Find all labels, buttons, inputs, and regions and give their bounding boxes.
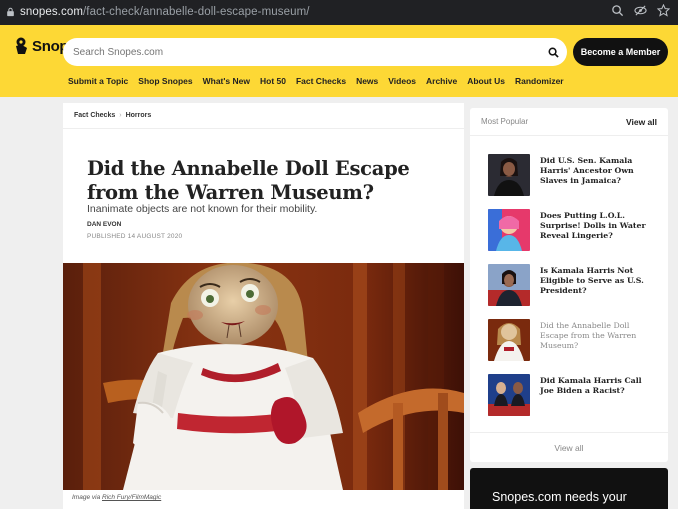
publish-date: PUBLISHED 14 AUGUST 2020 — [87, 233, 183, 240]
thumbnail-image — [488, 264, 530, 306]
hero-image — [63, 263, 464, 490]
nav-whats-new[interactable]: What's New — [203, 76, 250, 86]
search-input[interactable] — [73, 46, 533, 58]
url-path: /fact-check/annabelle-doll-escape-museum… — [83, 6, 310, 18]
popular-item[interactable]: Did Kamala Harris Call Joe Biden a Racis… — [488, 374, 658, 419]
search-icon — [548, 47, 559, 58]
nav-news[interactable]: News — [356, 76, 378, 86]
popular-item-title: Did U.S. Sen. Kamala Harris' Ancestor Ow… — [540, 156, 634, 185]
nav-hot-50[interactable]: Hot 50 — [260, 76, 286, 86]
promo-text: Snopes.com needs your — [492, 490, 627, 504]
nav-about-us[interactable]: About Us — [467, 76, 505, 86]
popular-item[interactable]: Did the Annabelle Doll Escape from the W… — [488, 319, 658, 364]
nav-randomizer[interactable]: Randomizer — [515, 76, 564, 86]
article-subtitle: Inanimate objects are not known for thei… — [87, 203, 318, 215]
popular-item-title: Did Kamala Harris Call Joe Biden a Racis… — [540, 376, 642, 395]
divider — [470, 432, 668, 433]
popular-item-title: Does Putting L.O.L. Surprise! Dolls in W… — [540, 211, 646, 240]
browser-bar: snopes.com/fact-check/annabelle-doll-esc… — [0, 0, 678, 25]
snopes-logo-icon — [16, 37, 27, 54]
most-popular-sidebar: Most Popular View all Did U.S. Sen. Kama… — [470, 108, 668, 462]
site-header: Snopes Become a Member Submit a Topic Sh… — [0, 25, 678, 97]
popular-item-title: Is Kamala Harris Not Eligible to Serve a… — [540, 266, 644, 295]
divider — [63, 128, 464, 129]
nav-videos[interactable]: Videos — [388, 76, 416, 86]
nav-submit-topic[interactable]: Submit a Topic — [68, 76, 128, 86]
popular-item[interactable]: Does Putting L.O.L. Surprise! Dolls in W… — [488, 209, 658, 254]
breadcrumb: Fact Checks › Horrors — [74, 112, 151, 119]
thumbnail-image — [488, 209, 530, 251]
article-title: Did the Annabelle Doll Escape from the W… — [87, 157, 410, 204]
tracking-off-icon[interactable] — [634, 4, 647, 17]
thumbnail-image — [488, 374, 530, 416]
address-bar[interactable]: snopes.com/fact-check/annabelle-doll-esc… — [0, 2, 678, 22]
bookmark-star-icon[interactable] — [656, 3, 671, 17]
search-button[interactable] — [543, 42, 563, 62]
caption-credit-link[interactable]: Rich Fury/FilmMagic — [102, 494, 161, 501]
popular-item-title: Did the Annabelle Doll Escape from the W… — [540, 321, 637, 350]
most-popular-heading: Most Popular — [481, 117, 529, 126]
thumbnail-image — [488, 154, 530, 196]
search-bar — [63, 38, 567, 66]
lock-icon — [7, 7, 14, 17]
nav-shop-snopes[interactable]: Shop Snopes — [138, 76, 192, 86]
url-domain: snopes.com — [20, 6, 84, 18]
article-card: Fact Checks › Horrors Did the Annabelle Do… — [63, 103, 464, 509]
main-nav: Submit a Topic Shop Snopes What's New Ho… — [68, 76, 574, 86]
popular-item[interactable]: Is Kamala Harris Not Eligible to Serve a… — [488, 264, 658, 309]
article-author[interactable]: DAN EVON — [87, 221, 121, 228]
become-member-button[interactable]: Become a Member — [573, 38, 668, 66]
image-caption: Image via Rich Fury/FilmMagic — [72, 494, 161, 501]
support-promo: Snopes.com needs your — [470, 468, 668, 509]
nav-archive[interactable]: Archive — [426, 76, 457, 86]
breadcrumb-fact-checks[interactable]: Fact Checks — [74, 112, 115, 119]
nav-fact-checks[interactable]: Fact Checks — [296, 76, 346, 86]
caption-prefix: Image via — [72, 494, 101, 501]
view-all-link-bottom[interactable]: View all — [470, 443, 668, 453]
zoom-icon[interactable] — [611, 4, 624, 17]
annabelle-doll-image — [63, 263, 464, 490]
breadcrumb-separator: › — [119, 112, 122, 119]
divider — [470, 135, 668, 136]
thumbnail-image — [488, 319, 530, 361]
breadcrumb-horrors[interactable]: Horrors — [126, 112, 152, 119]
url-text: snopes.com/fact-check/annabelle-doll-esc… — [20, 6, 310, 18]
popular-item[interactable]: Did U.S. Sen. Kamala Harris' Ancestor Ow… — [488, 154, 658, 199]
view-all-link-top[interactable]: View all — [626, 117, 657, 127]
